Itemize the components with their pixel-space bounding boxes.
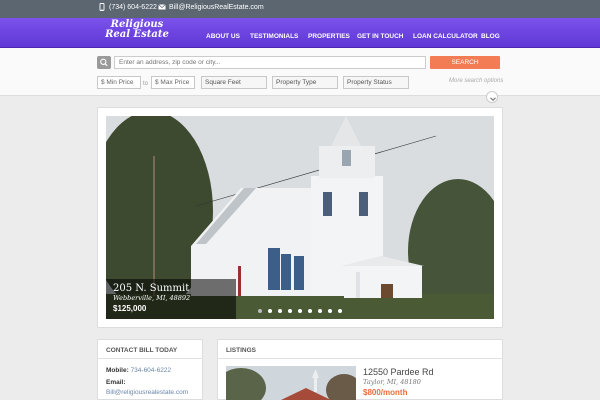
email-label-row: Email: xyxy=(106,379,126,386)
email-row: Bill@religiousrealestate.com xyxy=(106,389,188,396)
slide-location: Webberville, MI, 48892 xyxy=(113,294,191,302)
email-label: Email: xyxy=(106,379,126,386)
listing-location: Taylor, MI, 48180 xyxy=(363,378,421,386)
price-to-label: to xyxy=(143,81,149,87)
mobile-label: Mobile: xyxy=(106,367,129,374)
nav-loan-calculator[interactable]: LOAN CALCULATOR xyxy=(413,33,478,40)
site-logo[interactable]: Religious Real Estate xyxy=(104,20,170,46)
listing-price: $800/month xyxy=(363,388,408,397)
chevron-down-icon xyxy=(490,97,496,101)
search-collapse-toggle[interactable] xyxy=(486,91,498,103)
search-icon[interactable] xyxy=(97,56,111,69)
slide-title[interactable]: 205 N. Summit xyxy=(113,283,189,294)
property-type-select[interactable]: Property Type xyxy=(272,76,338,89)
contact-heading: CONTACT BILL TODAY xyxy=(98,340,202,359)
slider-dot[interactable] xyxy=(278,309,282,313)
slider-dot[interactable] xyxy=(328,309,332,313)
slider-dot[interactable] xyxy=(338,309,342,313)
slider-dot[interactable] xyxy=(258,309,262,313)
phone-contact[interactable]: (734) 604-6222 xyxy=(98,3,157,11)
slide-price: $125,000 xyxy=(113,304,147,313)
logo-line-2: Real Estate xyxy=(105,29,169,40)
slider-dot[interactable] xyxy=(308,309,312,313)
magnifier-glyph xyxy=(100,58,108,67)
listing-address[interactable]: 12550 Pardee Rd xyxy=(363,367,434,377)
mobile-row: Mobile: 734-604-6222 xyxy=(106,367,171,374)
min-price-field[interactable]: $ Min Price xyxy=(97,76,141,89)
slider-dot[interactable] xyxy=(298,309,302,313)
listings-heading: LISTINGS xyxy=(218,340,502,359)
property-status-select[interactable]: Property Status xyxy=(343,76,409,89)
more-search-options-link[interactable]: More search options xyxy=(449,78,503,84)
listing-thumbnail[interactable] xyxy=(226,366,356,400)
nav-about-us[interactable]: ABOUT US xyxy=(206,33,240,40)
slider-dot[interactable] xyxy=(318,309,322,313)
mobile-number[interactable]: 734-604-6222 xyxy=(131,367,171,374)
phone-icon xyxy=(99,3,105,11)
phone-number: (734) 604-6222 xyxy=(109,3,157,11)
nav-blog[interactable]: BLOG xyxy=(481,33,500,40)
main-navbar xyxy=(0,18,600,48)
nav-properties[interactable]: PROPERTIES xyxy=(308,33,350,40)
listing-photo-art xyxy=(226,366,356,400)
slider-dot[interactable] xyxy=(288,309,292,313)
contact-email-link[interactable]: Bill@religiousrealestate.com xyxy=(106,389,188,396)
max-price-placeholder: Max Price xyxy=(160,79,190,86)
email-contact[interactable]: Bill@ReligiousRealEstate.com xyxy=(158,3,264,11)
nav-testimonials[interactable]: TESTIMONIALS xyxy=(250,33,298,40)
nav-get-in-touch[interactable]: GET IN TOUCH xyxy=(357,33,403,40)
square-feet-select[interactable]: Square Feet xyxy=(201,76,267,89)
envelope-icon xyxy=(158,4,166,10)
email-address: Bill@ReligiousRealEstate.com xyxy=(169,3,264,11)
top-contact-bar: (734) 604-6222 Bill@ReligiousRealEstate.… xyxy=(0,0,600,18)
max-price-field[interactable]: $ Max Price xyxy=(151,76,195,89)
search-button[interactable]: SEARCH xyxy=(430,56,500,69)
min-price-placeholder: Min Price xyxy=(106,79,134,86)
slider-dot[interactable] xyxy=(268,309,272,313)
search-input[interactable] xyxy=(114,56,426,69)
